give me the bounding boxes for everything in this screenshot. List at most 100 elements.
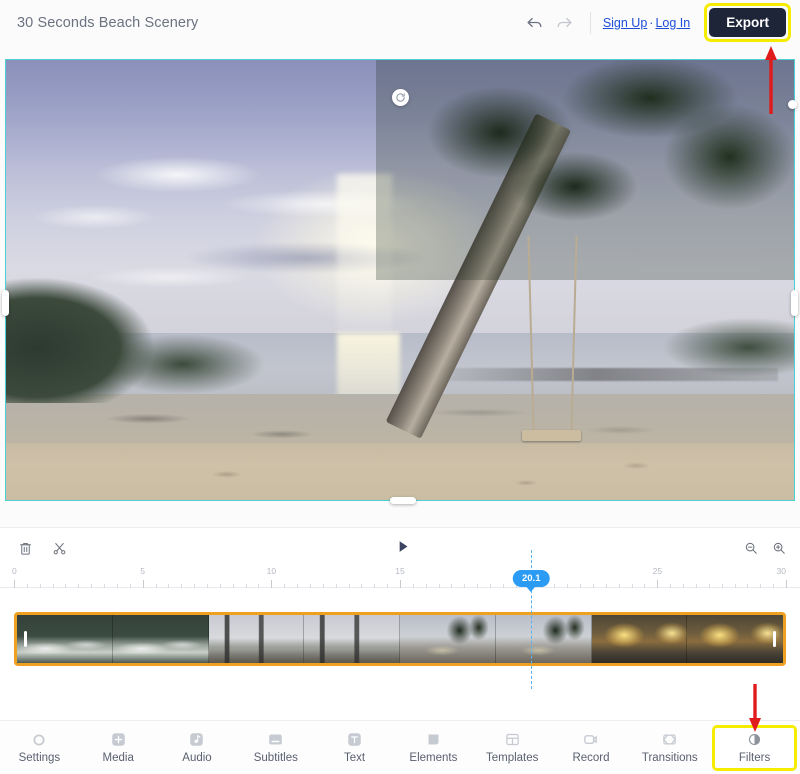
annotation-arrow-to-export (763, 44, 779, 116)
tool-label: Templates (486, 752, 538, 764)
ruler-tick-minor (709, 584, 710, 588)
ruler-tick-label: 10 (267, 566, 276, 576)
ruler-tick-minor (297, 584, 298, 588)
ruler-tick-minor (220, 584, 221, 588)
clip-thumbnail (400, 615, 496, 663)
ruler-tick-minor (104, 584, 105, 588)
trim-handle-right[interactable] (773, 631, 776, 647)
ruler-tick-major (143, 580, 144, 588)
clip-thumbnail (496, 615, 592, 663)
dry-sand-layer (6, 443, 794, 500)
rotate-icon[interactable] (392, 89, 409, 106)
app-header: 30 Seconds Beach Scenery Sign Up·Log In … (0, 0, 800, 45)
ruler-tick-minor (426, 584, 427, 588)
settings-circle-icon (31, 732, 47, 748)
play-icon[interactable] (390, 534, 414, 558)
record-icon (583, 732, 599, 748)
playhead-handle[interactable]: 20.1 (513, 570, 550, 587)
transitions-icon (662, 732, 678, 748)
tool-record[interactable]: Record (552, 724, 631, 772)
timeline-ruler[interactable]: 0510152530 (0, 566, 800, 598)
ruler-tick-minor (670, 584, 671, 588)
ruler-tick-minor (735, 584, 736, 588)
resize-handle-top-right[interactable] (788, 100, 797, 109)
ruler-tick-minor (644, 584, 645, 588)
ruler-tick-major (271, 580, 272, 588)
trash-icon[interactable] (14, 537, 36, 559)
ruler-tick-minor (246, 584, 247, 588)
ruler-tick-minor (413, 584, 414, 588)
timeline-track (0, 608, 800, 678)
ruler-tick-minor (580, 584, 581, 588)
tool-label: Subtitles (254, 752, 298, 764)
audio-note-icon (189, 732, 205, 748)
ruler-tick-minor (207, 584, 208, 588)
tool-audio[interactable]: Audio (158, 724, 237, 772)
swing-seat (522, 430, 581, 441)
elements-icon (425, 732, 441, 748)
ruler-tick-label: 0 (12, 566, 17, 576)
annotation-arrow-to-filters (747, 684, 763, 734)
ruler-tick-label: 5 (140, 566, 145, 576)
resize-handle-right[interactable] (791, 290, 798, 316)
tool-label: Audio (182, 752, 211, 764)
ruler-tick-label: 25 (653, 566, 662, 576)
ruler-tick-minor (117, 584, 118, 588)
video-preview-canvas[interactable] (6, 60, 794, 500)
subtitles-icon (268, 732, 284, 748)
ruler-tick-minor (773, 584, 774, 588)
left-headland-trees-2 (101, 306, 306, 403)
tool-transitions[interactable]: Transitions (630, 724, 709, 772)
tool-templates[interactable]: Templates (473, 724, 552, 772)
tool-text[interactable]: Text (315, 724, 394, 772)
ruler-tick-minor (130, 584, 131, 588)
zoom-out-icon[interactable] (740, 537, 762, 559)
tool-label: Filters (739, 752, 770, 764)
tool-subtitles[interactable]: Subtitles (236, 724, 315, 772)
clip-thumbnail (687, 615, 783, 663)
scissors-icon[interactable] (48, 537, 70, 559)
tool-media[interactable]: Media (79, 724, 158, 772)
ruler-tick-minor (747, 584, 748, 588)
export-button[interactable]: Export (709, 8, 786, 37)
ruler-tick-minor (606, 584, 607, 588)
sign-up-link[interactable]: Sign Up (603, 16, 647, 30)
timeline-toolbar (0, 528, 800, 564)
resize-handle-bottom[interactable] (390, 497, 416, 504)
ruler-tick-minor (168, 584, 169, 588)
ruler-tick-minor (194, 584, 195, 588)
tool-label: Elements (409, 752, 457, 764)
tool-elements[interactable]: Elements (394, 724, 473, 772)
beach-scene-image (6, 60, 794, 500)
palm-fronds (376, 60, 794, 280)
clip-thumbnail (17, 615, 113, 663)
ruler-tick-minor (323, 584, 324, 588)
ruler-tick-minor (464, 584, 465, 588)
ruler-tick-minor (91, 584, 92, 588)
ruler-tick-minor (567, 584, 568, 588)
ruler-tick-minor (53, 584, 54, 588)
video-clip[interactable] (14, 612, 786, 666)
ruler-tick-minor (374, 584, 375, 588)
auth-separator: · (649, 16, 653, 30)
redo-arrow-icon[interactable] (550, 8, 580, 38)
tool-label: Transitions (642, 752, 698, 764)
video-editor-app: 30 Seconds Beach Scenery Sign Up·Log In … (0, 0, 800, 774)
ruler-tick-minor (336, 584, 337, 588)
ruler-tick-label: 30 (777, 566, 786, 576)
ruler-tick-minor (696, 584, 697, 588)
header-divider (590, 12, 591, 34)
resize-handle-left[interactable] (2, 290, 9, 316)
ruler-tick-minor (477, 584, 478, 588)
zoom-in-icon[interactable] (768, 537, 790, 559)
timeline-panel: 0510152530 (0, 527, 800, 720)
tool-settings[interactable]: Settings (0, 724, 79, 772)
log-in-link[interactable]: Log In (655, 16, 690, 30)
undo-arrow-icon[interactable] (520, 8, 550, 38)
trim-handle-left[interactable] (24, 631, 27, 647)
tool-label: Settings (19, 752, 61, 764)
ruler-tick-minor (722, 584, 723, 588)
text-icon (347, 732, 363, 748)
ruler-tick-minor (65, 584, 66, 588)
clip-thumbnail (592, 615, 688, 663)
